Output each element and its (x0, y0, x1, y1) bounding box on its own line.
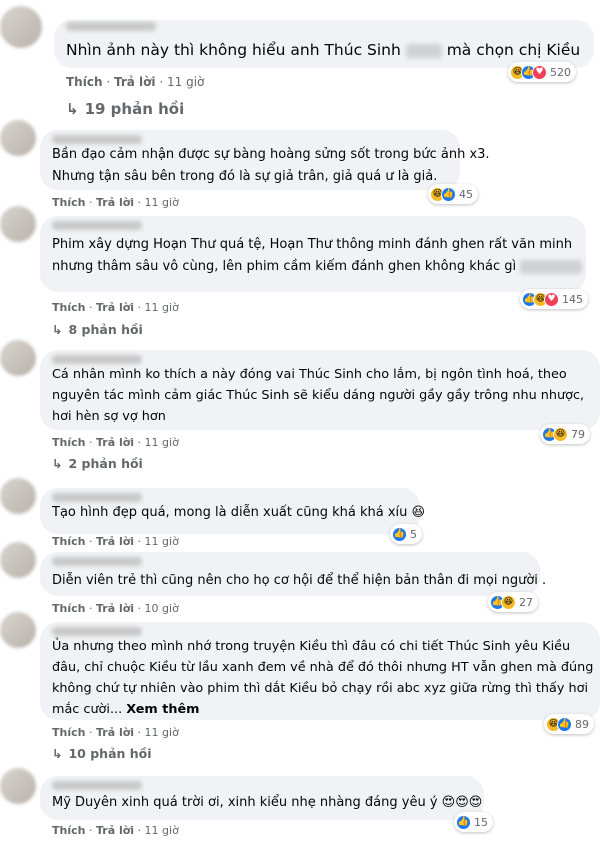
view-replies-link[interactable]: ↳ 19 phản hồi (66, 100, 184, 118)
comment-bubble: Cá nhân mình ko thích a này đóng vai Thú… (40, 350, 600, 430)
avatar[interactable] (0, 478, 36, 514)
reply-arrow-icon: ↳ (52, 456, 63, 471)
comment-actions: Thích · Trả lời · 11 giờ (52, 726, 179, 739)
like-link[interactable]: Thích (52, 436, 85, 449)
like-link[interactable]: Thích (52, 301, 85, 314)
commenter-name[interactable] (52, 355, 142, 364)
commenter-name[interactable] (66, 22, 156, 31)
censored-word (405, 43, 442, 58)
timestamp[interactable]: 11 giờ (145, 301, 179, 314)
comment-bubble: Diễn viên trẻ thì cũng nên cho họ cơ hội… (40, 552, 546, 596)
reaction-count: 89 (575, 717, 589, 731)
comment-actions: Thích · Trả lời · 11 giờ (52, 824, 179, 837)
comment-text: Bần đạo cảm nhận được sự bàng hoàng sửng… (52, 147, 490, 184)
reply-arrow-icon: ↳ (66, 100, 79, 118)
timestamp[interactable]: 11 giờ (145, 726, 179, 739)
like-link[interactable]: Thích (52, 535, 85, 548)
like-link[interactable]: Thích (52, 602, 85, 615)
reply-link[interactable]: Trả lời (96, 196, 134, 209)
view-replies-link[interactable]: ↳ 10 phản hồi (52, 746, 152, 761)
reaction-summary[interactable]: 👍 5 (390, 524, 422, 544)
reply-link[interactable]: Trả lời (96, 824, 134, 837)
comment-bubble: Phim xây dựng Hoạn Thư quá tệ, Hoạn Thư … (40, 216, 586, 292)
reaction-count: 27 (519, 595, 533, 609)
commenter-name[interactable] (52, 221, 142, 230)
view-replies-link[interactable]: ↳ 8 phản hồi (52, 322, 143, 337)
reaction-summary[interactable]: 👍 😆 27 (488, 592, 538, 612)
like-link[interactable]: Thích (52, 726, 85, 739)
timestamp[interactable]: 11 giờ (145, 824, 179, 837)
comment-text: Mỹ Duyên xinh quá trời ơi, xinh kiểu nhẹ… (52, 795, 483, 810)
reply-arrow-icon: ↳ (52, 322, 63, 337)
reaction-summary[interactable]: 😆 👍 ♥ 520 (508, 62, 576, 82)
avatar[interactable] (0, 340, 36, 376)
like-link[interactable]: Thích (52, 196, 85, 209)
comment-bubble: Nhìn ảnh này thì không hiểu anh Thúc Sin… (54, 20, 594, 68)
commenter-name[interactable] (52, 781, 142, 790)
reply-link[interactable]: Trả lời (114, 75, 156, 89)
reaction-summary[interactable]: 😆 👍 45 (428, 184, 478, 204)
reaction-count: 145 (562, 292, 583, 306)
avatar[interactable] (0, 768, 36, 804)
comment-text: Diễn viên trẻ thì cũng nên cho họ cơ hội… (52, 573, 547, 588)
reaction-count: 15 (474, 815, 488, 829)
like-reaction-icon: 👍 (392, 526, 407, 542)
reaction-summary[interactable]: 👍 😆 ♥ 145 (520, 289, 588, 309)
avatar[interactable] (0, 6, 42, 48)
comment-actions: Thích · Trả lời · 11 giờ (52, 535, 179, 548)
reaction-summary[interactable]: 😆 👍 89 (544, 714, 594, 734)
love-reaction-icon: ♥ (532, 64, 547, 80)
reply-link[interactable]: Trả lời (96, 602, 134, 615)
timestamp[interactable]: 11 giờ (167, 75, 204, 89)
reaction-count: 79 (571, 427, 585, 441)
avatar[interactable] (0, 206, 36, 242)
comment-actions: Thích · Trả lời · 11 giờ (52, 301, 179, 314)
comment-text: Ủa nhưng theo mình nhớ trong truyện Kiều… (52, 639, 594, 717)
timestamp[interactable]: 11 giờ (145, 436, 179, 449)
haha-reaction-icon: 😆 (553, 426, 568, 442)
reaction-count: 5 (410, 527, 417, 541)
reply-link[interactable]: Trả lời (96, 726, 134, 739)
like-link[interactable]: Thích (52, 824, 85, 837)
comment-text: Phim xây dựng Hoạn Thư quá tệ, Hoạn Thư … (52, 234, 583, 278)
comment-actions: Thích · Trả lời · 10 giờ (52, 602, 179, 615)
comment-actions: Thích · Trả lời · 11 giờ (66, 75, 205, 89)
reply-link[interactable]: Trả lời (96, 436, 134, 449)
commenter-name[interactable] (52, 557, 142, 566)
timestamp[interactable]: 11 giờ (145, 535, 179, 548)
view-replies-link[interactable]: ↳ 2 phản hồi (52, 456, 143, 471)
commenter-name[interactable] (52, 493, 142, 502)
comment-actions: Thích · Trả lời · 11 giờ (52, 436, 179, 449)
reply-link[interactable]: Trả lời (96, 301, 134, 314)
avatar[interactable] (0, 120, 36, 156)
reaction-count: 45 (459, 187, 473, 201)
reply-arrow-icon: ↳ (52, 746, 63, 761)
see-more-link[interactable]: Xem thêm (126, 702, 199, 717)
comment-actions: Thích · Trả lời · 11 giờ (52, 196, 179, 209)
censored-word (520, 259, 583, 274)
comment-bubble: Tạo hình đẹp quá, mong là diễn xuất cũng… (40, 488, 425, 534)
like-reaction-icon: 👍 (456, 814, 471, 830)
comment-bubble: Bần đạo cảm nhận được sự bàng hoàng sửng… (40, 130, 490, 190)
like-reaction-icon: 👍 (441, 186, 456, 202)
commenter-name[interactable] (52, 135, 142, 144)
avatar[interactable] (0, 612, 36, 648)
comment-text: Tạo hình đẹp quá, mong là diễn xuất cũng… (52, 505, 426, 520)
comment-bubble: Ủa nhưng theo mình nhớ trong truyện Kiều… (40, 622, 600, 720)
avatar[interactable] (0, 542, 36, 578)
comment-text: Nhìn ảnh này thì không hiểu anh Thúc Sin… (66, 41, 581, 59)
reaction-summary[interactable]: 👍 😆 79 (540, 424, 590, 444)
reply-link[interactable]: Trả lời (96, 535, 134, 548)
like-reaction-icon: 👍 (557, 716, 572, 732)
reaction-count: 520 (550, 65, 571, 79)
haha-reaction-icon: 😆 (501, 594, 516, 610)
love-reaction-icon: ♥ (544, 291, 559, 307)
reaction-summary[interactable]: 👍 15 (454, 812, 493, 832)
like-link[interactable]: Thích (66, 75, 103, 89)
timestamp[interactable]: 10 giờ (145, 602, 179, 615)
commenter-name[interactable] (52, 627, 142, 636)
comment-bubble: Mỹ Duyên xinh quá trời ơi, xinh kiểu nhẹ… (40, 776, 484, 820)
timestamp[interactable]: 11 giờ (145, 196, 179, 209)
comment-text: Cá nhân mình ko thích a này đóng vai Thú… (52, 367, 585, 424)
